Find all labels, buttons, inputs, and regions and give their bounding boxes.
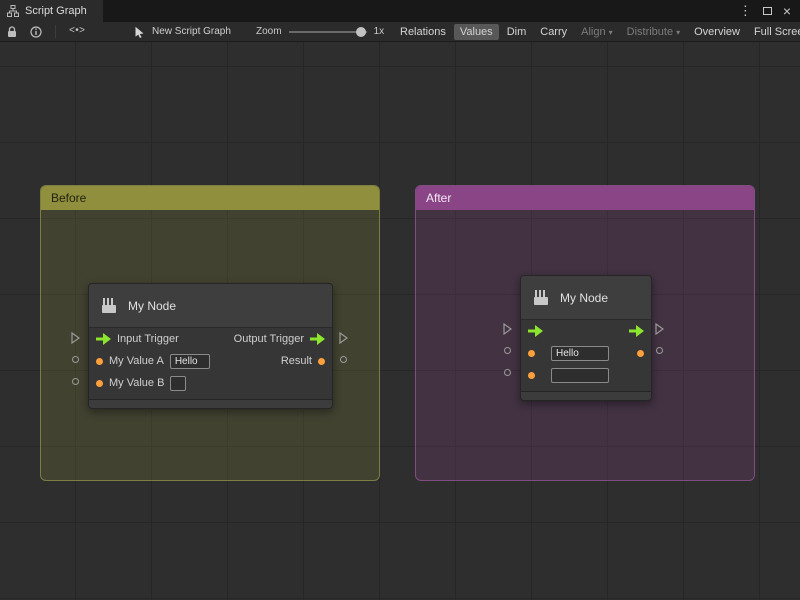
chevron-down-icon: ▾ [609, 28, 613, 37]
chevron-down-icon: ▾ [676, 28, 680, 37]
node-title: My Node [128, 299, 176, 313]
value-b-field[interactable] [551, 368, 609, 383]
value-a-port[interactable] [96, 358, 103, 365]
value-a-field[interactable]: Hello [551, 346, 609, 361]
output-trigger-label: Output Trigger [234, 333, 304, 345]
window-tab-bar: Script Graph ⋮ × [0, 0, 800, 22]
zoom-slider[interactable] [289, 31, 367, 33]
port-row-trigger: Input Trigger Output Trigger [89, 328, 332, 350]
values-button[interactable]: Values [454, 24, 499, 40]
maximize-icon[interactable] [763, 7, 772, 15]
code-view-icon[interactable]: <•> [69, 26, 84, 37]
value-b-field[interactable] [170, 376, 186, 391]
external-value-a-port[interactable] [72, 356, 79, 363]
result-label: Result [281, 355, 312, 367]
overview-button[interactable]: Overview [688, 24, 746, 40]
node-footer [89, 399, 332, 408]
result-port[interactable] [318, 358, 325, 365]
zoom-label: Zoom [256, 26, 282, 37]
lock-icon[interactable] [7, 26, 17, 38]
external-value-b-port[interactable] [72, 378, 79, 385]
graph-toolbar: <•> New Script Graph Zoom 1x Relations V… [0, 22, 800, 42]
port-row-value-a: My Value A Hello Result [89, 350, 332, 372]
toolbar-buttons: Relations Values Dim Carry Align▾ Distri… [393, 22, 800, 41]
zoom-slider-knob[interactable] [356, 27, 366, 37]
external-trigger-out-port[interactable] [339, 332, 348, 344]
align-dropdown[interactable]: Align▾ [575, 24, 618, 40]
distribute-dropdown[interactable]: Distribute▾ [621, 24, 686, 40]
input-trigger-label: Input Trigger [117, 333, 179, 345]
external-trigger-out-port[interactable] [655, 323, 664, 335]
value-a-port[interactable] [528, 350, 535, 357]
output-trigger-port[interactable] [629, 325, 644, 337]
external-value-a-port[interactable] [504, 347, 511, 354]
value-a-label: My Value A [109, 355, 164, 367]
port-row-value-b [521, 364, 651, 386]
node-header[interactable]: My Node [89, 284, 332, 328]
zoom-control: Zoom 1x [256, 22, 384, 41]
node-title: My Node [560, 291, 608, 305]
external-trigger-in-port[interactable] [503, 323, 512, 335]
node-footer [521, 391, 651, 400]
external-trigger-in-port[interactable] [71, 332, 80, 344]
close-icon[interactable]: × [783, 0, 791, 22]
toolbar-left-icons: <•> [7, 22, 84, 41]
kebab-menu-icon[interactable]: ⋮ [739, 0, 752, 22]
input-trigger-port[interactable] [528, 325, 543, 337]
result-port[interactable] [637, 350, 644, 357]
carry-button[interactable]: Carry [534, 24, 573, 40]
graph-name-label[interactable]: New Script Graph [152, 26, 231, 37]
unity-script-graph-window: Script Graph ⋮ × <• [0, 0, 800, 600]
graph-canvas[interactable]: Before After My Node [0, 42, 800, 600]
port-row-value-b: My Value B [89, 372, 332, 394]
tab-script-graph[interactable]: Script Graph [0, 0, 103, 22]
output-trigger-port[interactable] [310, 333, 325, 345]
info-icon[interactable] [30, 26, 42, 38]
value-b-port[interactable] [96, 380, 103, 387]
relations-button[interactable]: Relations [394, 24, 452, 40]
node-my-node-before: My Node Input Trigger Output Trigger [88, 283, 333, 409]
zoom-value: 1x [374, 26, 385, 37]
port-row-trigger [521, 320, 651, 342]
value-b-label: My Value B [109, 377, 164, 389]
fullscreen-button[interactable]: Full Screen [748, 24, 800, 40]
external-result-port[interactable] [656, 347, 663, 354]
node-header[interactable]: My Node [521, 276, 651, 320]
tab-label: Script Graph [25, 5, 87, 17]
group-before-header[interactable]: Before [41, 186, 379, 210]
window-controls: ⋮ × [739, 0, 800, 22]
value-a-field[interactable]: Hello [170, 354, 210, 369]
port-row-value-a: Hello [521, 342, 651, 364]
toolbar-separator [55, 25, 56, 38]
unit-icon [531, 288, 551, 308]
unit-icon [99, 296, 119, 316]
dim-button[interactable]: Dim [501, 24, 533, 40]
group-after-header[interactable]: After [416, 186, 754, 210]
graph-name-area: New Script Graph [134, 22, 231, 41]
node-my-node-after: My Node Hello [520, 275, 652, 401]
external-value-b-port[interactable] [504, 369, 511, 376]
external-result-port[interactable] [340, 356, 347, 363]
value-b-port[interactable] [528, 372, 535, 379]
script-graph-icon [7, 5, 19, 17]
input-trigger-port[interactable] [96, 333, 111, 345]
cursor-icon [134, 26, 145, 38]
